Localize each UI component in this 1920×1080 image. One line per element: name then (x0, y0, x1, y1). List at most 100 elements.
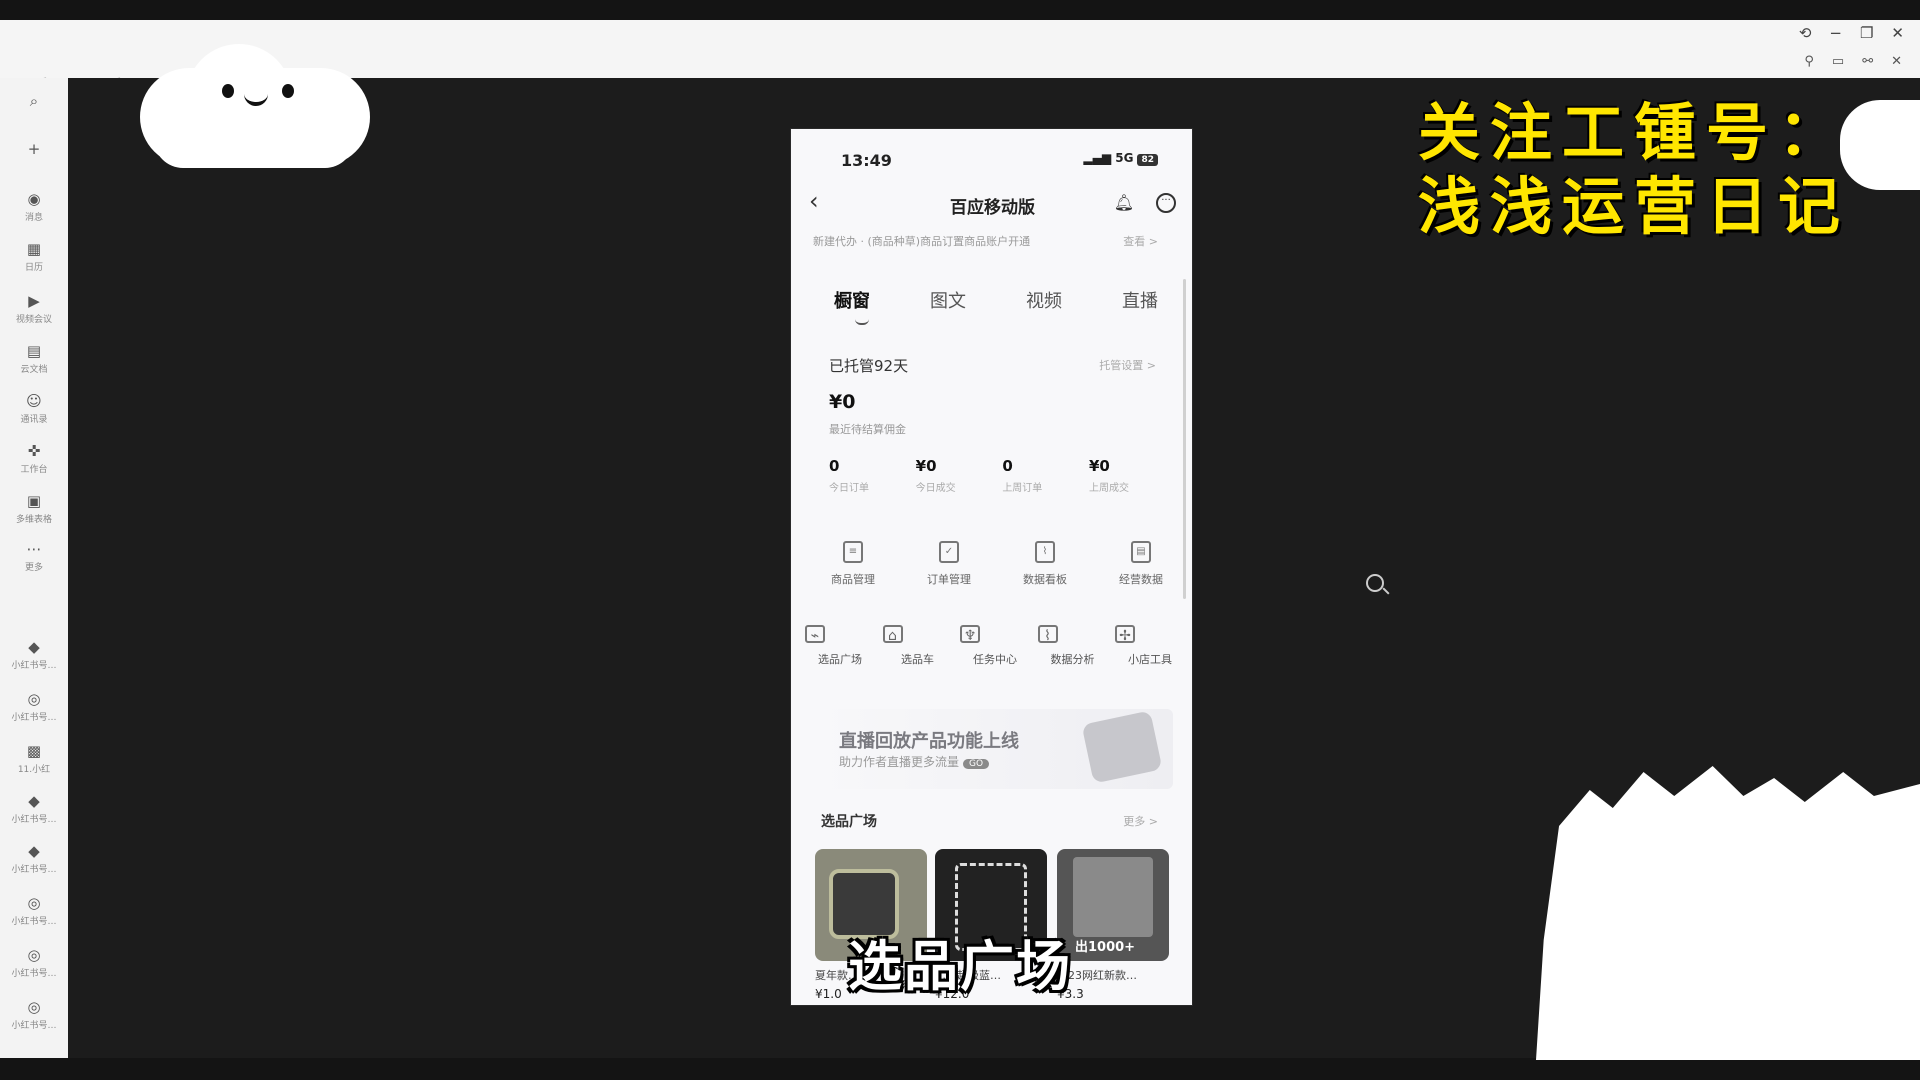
tab-indicator (855, 319, 869, 325)
section-more-link[interactable]: 更多 > (1123, 813, 1158, 829)
nav-bar: ‹ 百应移动版 🔔︎ ··· (791, 185, 1192, 225)
sidebar-item-label: 小红书号… (11, 661, 57, 671)
status-time: 13:49 (841, 151, 892, 170)
sidebar-item[interactable]: ☺ 通讯录 (0, 392, 68, 425)
sidebar-item[interactable]: ◎ 小红书号… (0, 690, 68, 723)
tools-icon: ✢ (1115, 625, 1135, 644)
status-signal: ▂▄▆ 5G 82 (1083, 151, 1158, 166)
close-icon[interactable]: ✕ (1891, 54, 1902, 69)
sidebar-item-label: 消息 (24, 213, 43, 223)
chat-icon: ◎ (27, 894, 41, 912)
video-caption: 选品广场 (848, 935, 1072, 998)
zoom-cursor-icon (1366, 574, 1384, 592)
data-board-button[interactable]: ⌇ 数据看板 (1005, 539, 1085, 587)
tab-bar: 橱窗 图文 视频 直播 (821, 287, 1171, 313)
product-name[interactable]: …23网红新款… (1057, 967, 1173, 983)
sidebar-item[interactable]: ✜ 工作台 (0, 442, 68, 475)
grid-label: 订单管理 (927, 573, 971, 586)
video-icon: ▶ (28, 292, 40, 310)
select-square-button[interactable]: ⌁ 选品广场 (805, 625, 875, 667)
sidebar-item[interactable]: ⌕ (0, 92, 68, 112)
sidebar-item[interactable]: ◆ 小红书号… (0, 842, 68, 875)
grid-label: 经营数据 (1119, 573, 1163, 586)
business-data-button[interactable]: ▤ 经营数据 (1101, 539, 1181, 587)
network-label: 5G (1115, 151, 1134, 165)
sidebar-item-label: 云文档 (20, 365, 48, 375)
chat-icon: ◎ (27, 946, 41, 964)
stat-item[interactable]: ¥0 上周成交 (1089, 457, 1169, 494)
sidebar-item[interactable]: ◉ 消息 (0, 190, 68, 223)
notice-bar[interactable]: 新建代办 · (商品种草)商品订置商品账户开通 (813, 233, 1173, 249)
managed-settings-link[interactable]: 托管设置 > (1099, 357, 1156, 373)
chat-icon: ◆ (28, 638, 40, 656)
sidebar-item-label: 更多 (24, 563, 43, 573)
promo-banner[interactable]: 直播回放产品功能上线 助力作者直播更多流量 GO (813, 709, 1173, 789)
grid-label: 选品车 (901, 653, 934, 666)
window-icon[interactable]: ▭ (1832, 54, 1844, 69)
more-icon[interactable]: ··· (1156, 193, 1176, 213)
task-center-button[interactable]: ♆ 任务中心 (960, 625, 1030, 667)
stat-item[interactable]: ¥0 今日成交 (916, 457, 996, 494)
square-icon: ⌁ (805, 625, 825, 644)
cloud-decoration (1840, 100, 1920, 190)
bell-icon[interactable]: 🔔︎ (1114, 193, 1134, 212)
grid-label: 数据看板 (1023, 573, 1067, 586)
tab-live[interactable]: 直播 (1109, 287, 1171, 313)
sidebar-item[interactable]: ⋯ 更多 (0, 540, 68, 573)
pin-icon[interactable]: ⚲ (1804, 54, 1814, 69)
sidebar-item[interactable]: ◎ 小红书号… (0, 946, 68, 979)
history-icon[interactable]: ⟲ (1799, 24, 1812, 42)
scrollbar[interactable] (1183, 279, 1186, 599)
sidebar-item-label: 小红书号… (11, 865, 57, 875)
managed-days: 已托管92天 (829, 357, 909, 375)
sidebar-item[interactable]: ◎ 小红书号… (0, 998, 68, 1031)
stat-item[interactable]: 0 今日订单 (829, 457, 909, 494)
more-icon: ⋯ (26, 540, 42, 558)
window-controls: ⟲ − ❐ ✕ (1799, 24, 1904, 42)
tab-video[interactable]: 视频 (1013, 287, 1075, 313)
sidebar-item[interactable]: ◆ 小红书号… (0, 792, 68, 825)
shop-tools-button[interactable]: ✢ 小店工具 (1115, 625, 1185, 667)
sidebar-item[interactable]: ▤ 云文档 (0, 342, 68, 375)
minimize-icon[interactable]: − (1829, 24, 1842, 42)
stat-value: 0 (829, 457, 840, 475)
sidebar-item-label: 多维表格 (15, 515, 52, 525)
stat-label: 今日成交 (915, 483, 956, 494)
sidebar-item[interactable]: ▩ 11.小红 (0, 742, 68, 775)
grid-label: 商品管理 (831, 573, 875, 586)
tab-graphic[interactable]: 图文 (917, 287, 979, 313)
maximize-icon[interactable]: ❐ (1860, 24, 1873, 42)
sidebar-item[interactable]: ◎ 小红书号… (0, 894, 68, 927)
sidebar-item[interactable]: ▶ 视频会议 (0, 292, 68, 325)
sidebar-item-label: 小红书号… (11, 713, 57, 723)
task-icon: ♆ (960, 625, 980, 644)
link-icon[interactable]: ⚯ (1862, 54, 1873, 69)
sidebar-item-label: 11.小红 (17, 765, 51, 775)
product-image (1073, 857, 1153, 937)
chat-icon: ◎ (27, 998, 41, 1016)
contacts-icon: ☺ (26, 392, 42, 410)
multi-icon: ▣ (26, 492, 42, 510)
pending-amount: ¥0 (829, 391, 856, 413)
data-analysis-button[interactable]: ⌇ 数据分析 (1037, 625, 1108, 667)
close-icon[interactable]: ✕ (1891, 24, 1904, 42)
stat-label: 上周订单 (1002, 483, 1043, 494)
cloud-eye-icon (222, 84, 234, 98)
tool-grid-2: ⌁ 选品广场 ⌂ 选品车 ♆ 任务中心 ⌇ 数据分析 ✢ 小店工具 (805, 625, 1185, 667)
sidebar-item[interactable]: ◆ 小红书号… (0, 638, 68, 671)
product-manage-button[interactable]: ≡ 商品管理 (813, 539, 893, 587)
stat-item[interactable]: 0 上周订单 (1002, 457, 1082, 494)
order-manage-button[interactable]: ✓ 订单管理 (909, 539, 989, 587)
sidebar-item[interactable]: ▣ 多维表格 (0, 492, 68, 525)
banner-go-button[interactable]: GO (963, 759, 990, 769)
sidebar: ⌕ + ◉ 消息 ▦ 日历 ▶ 视频会议 ▤ 云文档 ☺ 通讯录 ✜ 工作台 ▣ 多维表格 ⋯ 更多 ◆ 小红书号… ◎… (0, 78, 68, 1058)
tab-showcase[interactable]: 橱窗 (821, 287, 883, 313)
notice-more-link[interactable]: 查看 > (1123, 233, 1158, 249)
product-sales-tag: 出1000+ (1075, 940, 1136, 955)
sidebar-item[interactable]: + (0, 140, 68, 160)
stat-value: ¥0 (915, 457, 937, 475)
select-cart-button[interactable]: ⌂ 选品车 (882, 625, 953, 667)
sidebar-item[interactable]: ▦ 日历 (0, 240, 68, 273)
product-card[interactable]: 出1000+ (1057, 849, 1169, 961)
grid-label: 小店工具 (1128, 653, 1172, 666)
